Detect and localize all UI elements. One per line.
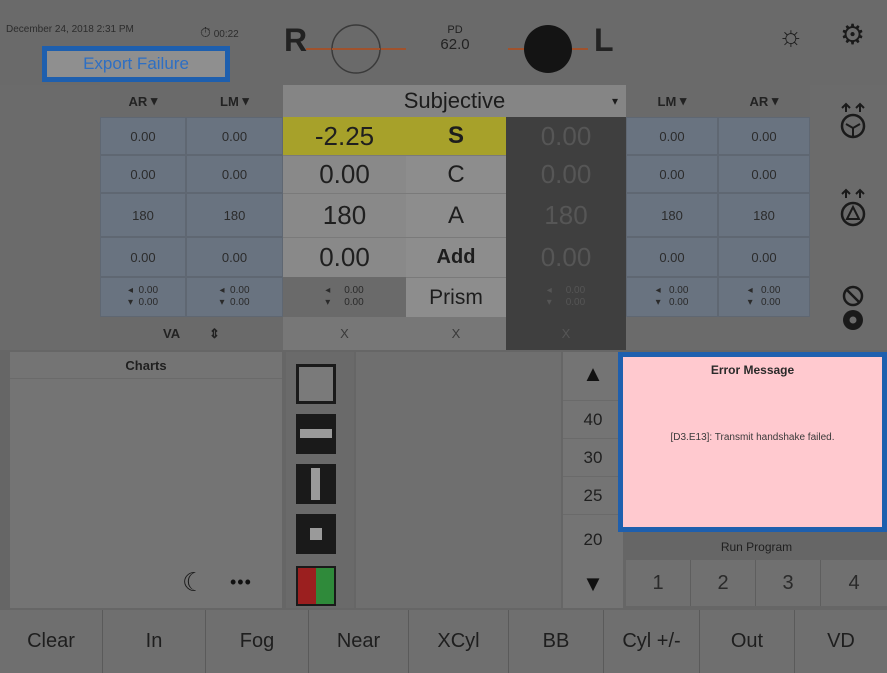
occluder-toggle-icon[interactable]: [836, 100, 870, 140]
right-ar-add: 0.00: [100, 237, 186, 277]
right-ar-prism: ◂ 0.00 ▾ 0.00: [100, 277, 186, 317]
left-ar-add: 0.00: [718, 237, 810, 277]
export-failure-label: Export Failure: [42, 46, 230, 82]
left-ar-axis: 180: [718, 193, 810, 237]
right-subj-sphere[interactable]: -2.25: [283, 117, 406, 155]
charts-title: Charts: [125, 357, 167, 373]
bb-button[interactable]: BB: [509, 610, 604, 673]
right-lm-sphere: 0.00: [186, 117, 283, 155]
right-subj-cyl[interactable]: 0.00: [283, 155, 406, 193]
prism-label: Prism: [406, 277, 506, 317]
program-4-button[interactable]: 4: [821, 560, 887, 606]
chart-shapes-column: [286, 352, 354, 608]
brightness-icon[interactable]: ☼: [778, 20, 804, 52]
left-ar-dropdown[interactable]: AR ▾: [718, 85, 810, 117]
run-program-title: Run Program: [720, 540, 793, 554]
axis-label: A: [406, 193, 506, 237]
left-margin: [0, 85, 100, 350]
left-subj-prism[interactable]: ◂ 0.00 ▾ 0.00: [506, 277, 626, 317]
vertical-bar-icon[interactable]: [296, 464, 336, 504]
blank-square-icon[interactable]: [296, 364, 336, 404]
program-3-button[interactable]: 3: [756, 560, 821, 606]
right-subj-axis[interactable]: 180: [283, 193, 406, 237]
right-subj-add[interactable]: 0.00: [283, 237, 406, 277]
in-button[interactable]: In: [103, 610, 206, 673]
scale-value-40[interactable]: 40: [563, 400, 623, 438]
xcyl-button[interactable]: XCyl: [409, 610, 509, 673]
acuity-scale: ▲ 40 30 25 20 ▼: [563, 352, 623, 608]
left-subj-add[interactable]: 0.00: [506, 237, 626, 277]
timer-value: 00:22: [213, 29, 239, 40]
error-text: [D3.E13]: Transmit handshake failed.: [670, 431, 835, 443]
program-1-button[interactable]: 1: [626, 560, 691, 606]
left-va-mark[interactable]: X: [506, 317, 626, 350]
right-lm-axis: 180: [186, 193, 283, 237]
right-lm-dropdown[interactable]: LM ▾: [186, 85, 283, 117]
left-eye-icon[interactable]: [508, 22, 588, 76]
charts-panel: Charts ☾ •••: [10, 352, 282, 608]
datetime: December 24, 2018 2:31 PM: [6, 24, 134, 35]
fog-button[interactable]: Fog: [206, 610, 309, 673]
sphere-label: S: [406, 117, 506, 155]
left-lm-add: 0.00: [626, 237, 718, 277]
clear-button[interactable]: Clear: [0, 610, 103, 673]
error-message-dialog: Error Message [D3.E13]: Transmit handsha…: [618, 352, 887, 532]
out-button[interactable]: Out: [700, 610, 795, 673]
right-ar-sphere: 0.00: [100, 117, 186, 155]
program-2-button[interactable]: 2: [691, 560, 756, 606]
cyl-toggle-button[interactable]: Cyl +/-: [604, 610, 700, 673]
left-ar-cyl: 0.00: [718, 155, 810, 193]
right-eye-letter: R: [284, 22, 308, 58]
night-mode-icon[interactable]: ☾: [182, 567, 205, 598]
right-ar-cyl: 0.00: [100, 155, 186, 193]
prism-toggle-icon[interactable]: [836, 186, 870, 228]
near-button[interactable]: Near: [309, 610, 409, 673]
chart-display-area: [356, 352, 561, 608]
binocular-va-mark[interactable]: X: [406, 317, 506, 350]
more-options-button[interactable]: •••: [230, 572, 252, 593]
gear-icon[interactable]: ⚙: [840, 18, 865, 51]
left-lm-sphere: 0.00: [626, 117, 718, 155]
right-va-mark[interactable]: X: [283, 317, 406, 350]
timer-readout: ⏱ 00:22: [200, 24, 239, 41]
right-lm-add: 0.00: [186, 237, 283, 277]
cylinder-label: C: [406, 155, 506, 193]
error-title: Error Message: [710, 363, 795, 377]
scale-down-arrow[interactable]: ▼: [563, 566, 623, 602]
scale-value-20[interactable]: 20: [563, 514, 623, 564]
right-ar-dropdown[interactable]: AR ▾: [100, 85, 186, 117]
horizontal-bar-icon[interactable]: [296, 414, 336, 454]
lens-occluder-icon[interactable]: [838, 284, 868, 332]
left-ar-prism: ◂ 0.00 ▾ 0.00: [718, 277, 810, 317]
left-subj-axis[interactable]: 180: [506, 193, 626, 237]
left-lm-dropdown[interactable]: LM ▾: [626, 85, 718, 117]
left-lm-axis: 180: [626, 193, 718, 237]
right-lm-cyl: 0.00: [186, 155, 283, 193]
pd-label: PD: [447, 24, 463, 36]
left-subj-cyl[interactable]: 0.00: [506, 155, 626, 193]
left-lm-cyl: 0.00: [626, 155, 718, 193]
scale-up-arrow[interactable]: ▲: [563, 356, 623, 392]
center-square-icon[interactable]: [296, 514, 336, 554]
left-eye-letter: L: [594, 22, 614, 58]
add-label: Add: [406, 237, 506, 277]
top-bar: December 24, 2018 2:31 PM ⏱ 00:22 Export…: [0, 0, 887, 85]
va-dropdown[interactable]: VA ⇕: [100, 317, 283, 350]
left-lm-prism: ◂ 0.00 ▾ 0.00: [626, 277, 718, 317]
subjective-dropdown[interactable]: Subjective ▾: [283, 85, 626, 117]
left-va-blank: [626, 317, 810, 350]
right-subj-prism[interactable]: ◂ 0.00 ▾ 0.00: [283, 277, 406, 317]
right-eye-icon[interactable]: [306, 22, 406, 76]
left-subj-sphere[interactable]: 0.00: [506, 117, 626, 155]
scale-value-30[interactable]: 30: [563, 438, 623, 476]
left-ar-sphere: 0.00: [718, 117, 810, 155]
red-green-icon[interactable]: [296, 566, 336, 606]
right-ar-axis: 180: [100, 193, 186, 237]
vd-button[interactable]: VD: [795, 610, 887, 673]
right-lm-prism: ◂ 0.00 ▾ 0.00: [186, 277, 283, 317]
stopwatch-icon: ⏱: [200, 24, 211, 40]
pd-value[interactable]: 62.0: [430, 36, 480, 53]
scale-value-25[interactable]: 25: [563, 476, 623, 514]
